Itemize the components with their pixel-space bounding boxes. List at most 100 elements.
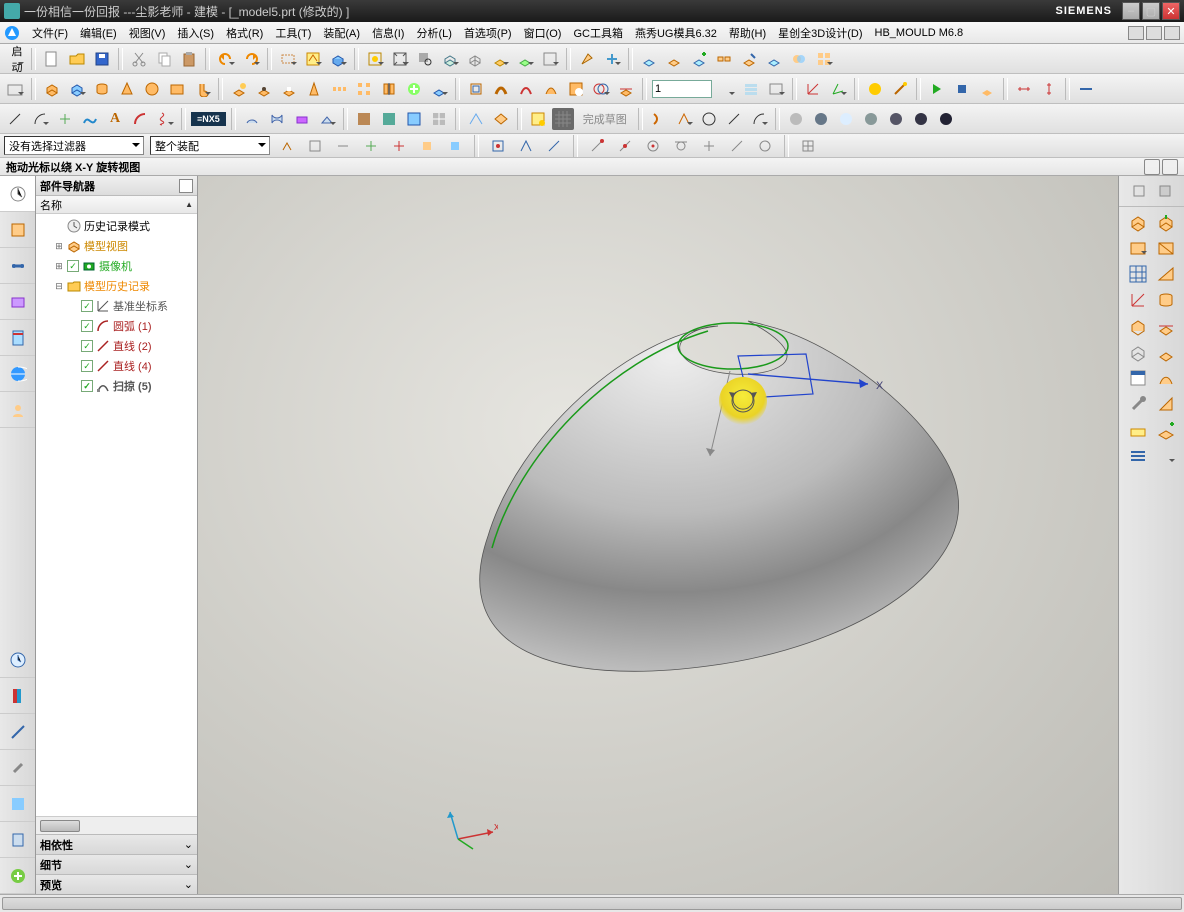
r-top-2[interactable] xyxy=(1154,180,1176,202)
layerset-button[interactable] xyxy=(765,78,787,100)
cube-orange-button[interactable] xyxy=(41,78,63,100)
shade-g-button[interactable] xyxy=(935,108,957,130)
details-section[interactable]: 细节 xyxy=(36,854,197,874)
navigator-tree[interactable]: 历史记录模式⊞模型视图⊞✓摄像机⊟模型历史记录✓基准坐标系✓圆弧 (1)✓直线 … xyxy=(36,214,197,816)
circle-button[interactable] xyxy=(698,108,720,130)
r-top-1[interactable] xyxy=(1128,180,1150,202)
datum-plane-button[interactable] xyxy=(277,48,299,70)
tree-item[interactable]: ✓基准坐标系 xyxy=(36,296,197,316)
r-wire-a[interactable] xyxy=(1127,341,1149,363)
move-comp-button[interactable] xyxy=(738,48,760,70)
surf-c-button[interactable] xyxy=(291,108,313,130)
subtract-button[interactable] xyxy=(565,78,587,100)
menu-file[interactable]: 文件(F) xyxy=(26,23,74,43)
snap-mid[interactable] xyxy=(614,135,636,157)
cut-button[interactable] xyxy=(128,48,150,70)
arrange-button[interactable] xyxy=(813,48,835,70)
spline-tool-button[interactable] xyxy=(79,108,101,130)
sel-btn-2[interactable] xyxy=(304,135,326,157)
redo-button[interactable] xyxy=(240,48,262,70)
offset-button[interactable] xyxy=(465,78,487,100)
play-button[interactable] xyxy=(926,78,948,100)
undo-button[interactable] xyxy=(215,48,237,70)
grid64-button[interactable] xyxy=(552,108,574,130)
tree-item[interactable]: ⊟模型历史记录 xyxy=(36,276,197,296)
surf-d-button[interactable] xyxy=(316,108,338,130)
snap-1[interactable] xyxy=(487,135,509,157)
menu-edit[interactable]: 编辑(E) xyxy=(74,23,123,43)
pattern-rect-button[interactable] xyxy=(353,78,375,100)
profile2-button[interactable] xyxy=(673,108,695,130)
minimize-button[interactable]: – xyxy=(1122,2,1140,20)
shade-b-button[interactable] xyxy=(810,108,832,130)
r-add-b[interactable] xyxy=(1155,419,1177,441)
wireframe-button[interactable] xyxy=(464,48,486,70)
asm-constraint-button[interactable] xyxy=(713,48,735,70)
zoom-area-button[interactable] xyxy=(414,48,436,70)
see-thru-button[interactable] xyxy=(489,48,511,70)
snap-3[interactable] xyxy=(543,135,565,157)
reuse-library-tab[interactable] xyxy=(0,284,35,320)
wcs-button[interactable] xyxy=(802,78,824,100)
shade-f-button[interactable] xyxy=(910,108,932,130)
r-cyl-b[interactable] xyxy=(1155,289,1177,311)
stop-button[interactable] xyxy=(951,78,973,100)
menu-analysis[interactable]: 分析(L) xyxy=(410,23,457,43)
mdi-restore-button[interactable] xyxy=(1146,26,1162,40)
node-a-button[interactable] xyxy=(465,108,487,130)
intersect-button[interactable] xyxy=(590,78,612,100)
r-thin-b[interactable] xyxy=(1155,341,1177,363)
fit-view-button[interactable] xyxy=(389,48,411,70)
shade-e-button[interactable] xyxy=(885,108,907,130)
menu-gc[interactable]: GC工具箱 xyxy=(567,23,629,43)
plugin-button[interactable] xyxy=(976,78,998,100)
shade-d-button[interactable] xyxy=(860,108,882,130)
dropdown-button[interactable] xyxy=(715,78,737,100)
menu-window[interactable]: 窗口(O) xyxy=(518,23,568,43)
hint-btn-2[interactable] xyxy=(1162,159,1178,175)
add-button[interactable] xyxy=(403,78,425,100)
preview-section[interactable]: 预览 xyxy=(36,874,197,894)
history-tab[interactable] xyxy=(0,320,35,356)
r-box-a[interactable] xyxy=(1127,237,1149,259)
arc-tool-button[interactable] xyxy=(29,108,51,130)
style-button[interactable] xyxy=(439,48,461,70)
r-chamf-b[interactable] xyxy=(1155,393,1177,415)
sel-btn-4[interactable] xyxy=(360,135,382,157)
measure-tab[interactable] xyxy=(0,714,35,750)
tree-item[interactable]: ✓直线 (2) xyxy=(36,336,197,356)
measure-button[interactable] xyxy=(864,78,886,100)
line2-button[interactable] xyxy=(723,108,745,130)
wave-button[interactable] xyxy=(364,48,386,70)
swept-button[interactable] xyxy=(540,78,562,100)
snap-tan[interactable] xyxy=(670,135,692,157)
r-cube-a[interactable] xyxy=(1127,211,1149,233)
grid-snap[interactable] xyxy=(797,135,819,157)
surf-a-button[interactable] xyxy=(241,108,263,130)
name-column-header[interactable]: 名称 xyxy=(36,196,197,214)
r-box-b[interactable] xyxy=(1155,237,1177,259)
open-button[interactable] xyxy=(66,48,88,70)
sketch-task-button[interactable] xyxy=(302,48,324,70)
cube-blue-button[interactable] xyxy=(66,78,88,100)
dependency-section[interactable]: 相依性 xyxy=(36,834,197,854)
point-tool-button[interactable] xyxy=(54,108,76,130)
r-shell-a[interactable] xyxy=(1127,315,1149,337)
cone-button[interactable] xyxy=(116,78,138,100)
add-tab[interactable] xyxy=(0,858,35,894)
add-comp-button[interactable] xyxy=(688,48,710,70)
part-navigator-tab[interactable] xyxy=(0,176,35,212)
dim-vert-button[interactable] xyxy=(1038,78,1060,100)
palette-tab[interactable] xyxy=(0,786,35,822)
explode-button[interactable] xyxy=(663,48,685,70)
menu-format[interactable]: 格式(R) xyxy=(220,23,269,43)
tree-item[interactable]: ⊞模型视图 xyxy=(36,236,197,256)
menu-assembly[interactable]: 装配(A) xyxy=(317,23,366,43)
block-button[interactable] xyxy=(4,78,26,100)
r-tray-a[interactable] xyxy=(1127,419,1149,441)
dim-button[interactable] xyxy=(1013,78,1035,100)
pin-button[interactable] xyxy=(179,179,193,193)
r-grid-a[interactable] xyxy=(1127,263,1149,285)
tree-item[interactable]: ✓直线 (4) xyxy=(36,356,197,376)
trim-button[interactable] xyxy=(615,78,637,100)
